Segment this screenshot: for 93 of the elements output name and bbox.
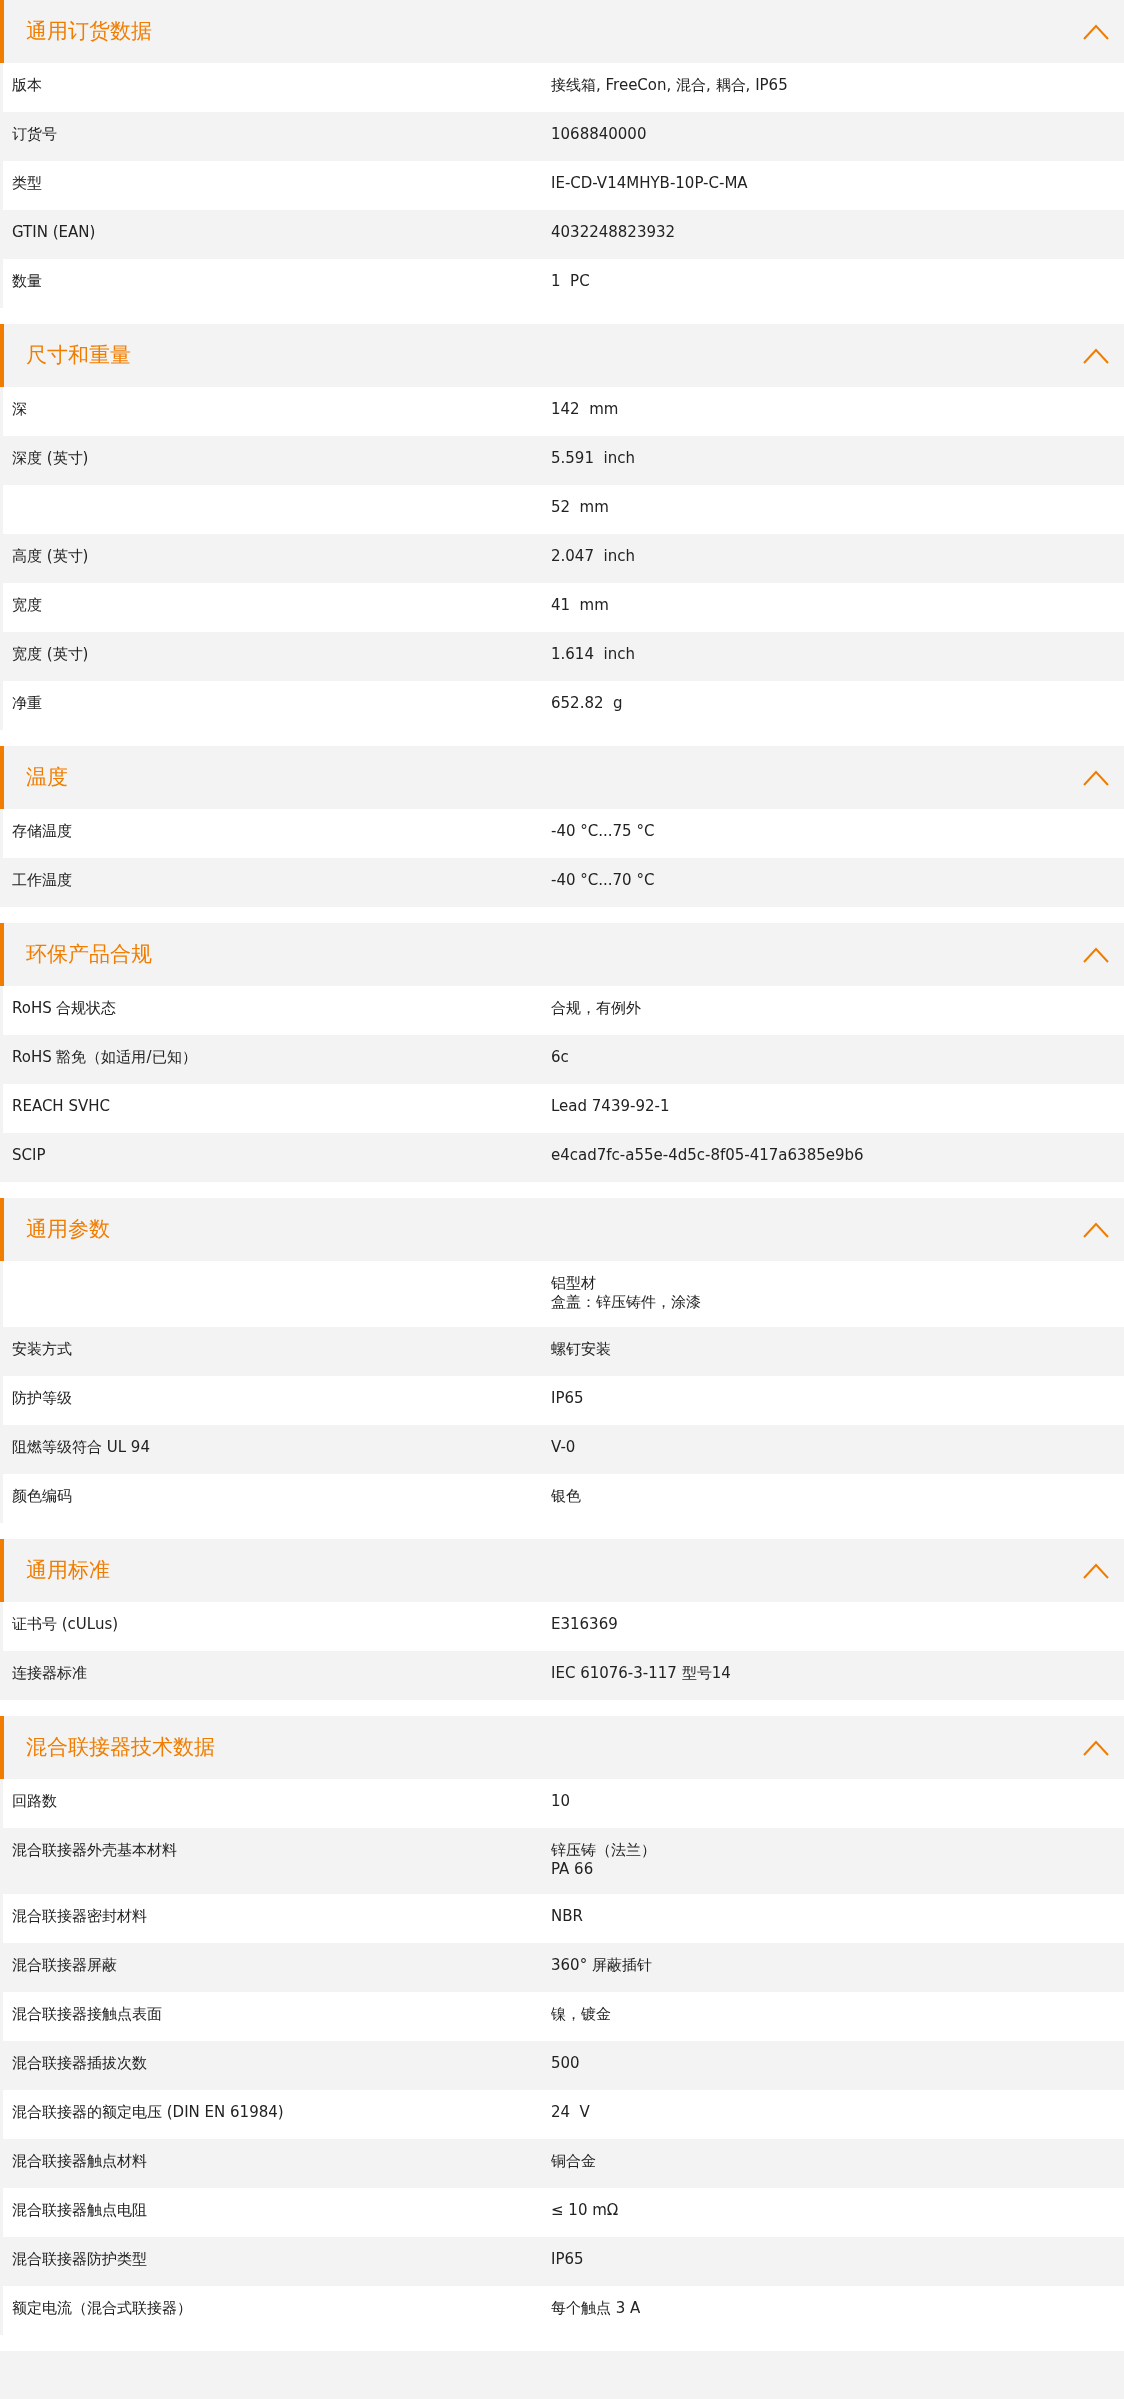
spec-value: 铜合金 <box>551 2152 596 2171</box>
spec-label: REACH SVHC <box>12 1097 110 1115</box>
section-header[interactable]: 环保产品合规 <box>0 923 1124 986</box>
section-title: 尺寸和重量 <box>26 341 131 369</box>
chevron-up-icon[interactable] <box>1082 945 1110 964</box>
spec-value: IP65 <box>551 2250 584 2269</box>
spec-label: 混合联接器防护类型 <box>12 2250 147 2268</box>
spec-label: 宽度 (英寸) <box>12 645 89 663</box>
spec-label: SCIP <box>12 1146 46 1164</box>
spec-label: 混合联接器屏蔽 <box>12 1956 117 1974</box>
spec-value: Lead 7439-92-1 <box>551 1097 670 1116</box>
spec-value: 142 mm <box>551 400 619 419</box>
spec-value: 1 PC <box>551 272 590 291</box>
spec-label: 宽度 <box>12 596 42 614</box>
spec-value: 银色 <box>551 1487 581 1506</box>
spec-label: 存储温度 <box>12 822 72 840</box>
section-header[interactable]: 混合联接器技术数据 <box>0 1716 1124 1779</box>
spec-value: 1068840000 <box>551 125 647 144</box>
spec-value: -40 °C...70 °C <box>551 871 655 890</box>
section-header[interactable]: 通用标准 <box>0 1539 1124 1602</box>
spec-value: V-0 <box>551 1438 576 1457</box>
spec-value: 螺钉安装 <box>551 1340 611 1359</box>
spec-label: 回路数 <box>12 1792 57 1810</box>
spec-value: 652.82 g <box>551 694 623 713</box>
spec-label: 额定电流（混合式联接器） <box>12 2299 192 2317</box>
spec-label: 混合联接器触点电阻 <box>12 2201 147 2219</box>
spec-label: 混合联接器的额定电压 (DIN EN 61984) <box>12 2103 284 2121</box>
spec-value: -40 °C...75 °C <box>551 822 655 841</box>
chevron-up-icon[interactable] <box>1082 1738 1110 1757</box>
spec-label: 混合联接器密封材料 <box>12 1907 147 1925</box>
spec-value: 铝型材 <box>551 1274 596 1293</box>
spec-value: E316369 <box>551 1615 618 1634</box>
spec-label: 阻燃等级符合 UL 94 <box>12 1438 150 1456</box>
spec-label: 连接器标准 <box>12 1664 87 1682</box>
spec-value: 2.047 inch <box>551 547 635 566</box>
chevron-up-icon[interactable] <box>1082 1220 1110 1239</box>
spec-label: 净重 <box>12 694 42 712</box>
spec-value: 360° 屏蔽插针 <box>551 1956 652 1975</box>
section-title: 通用订货数据 <box>26 17 152 45</box>
spec-value: 镍，镀金 <box>551 2005 611 2024</box>
spec-value: ≤ 10 mΩ <box>551 2201 619 2220</box>
section-title: 环保产品合规 <box>26 940 152 968</box>
chevron-up-icon[interactable] <box>1082 1561 1110 1580</box>
section-title: 温度 <box>26 763 68 791</box>
spec-label: 高度 (英寸) <box>12 547 89 565</box>
spec-label: 安装方式 <box>12 1340 72 1358</box>
spec-value: 6c <box>551 1048 569 1067</box>
spec-value: 每个触点 3 A <box>551 2299 641 2318</box>
spec-value: 52 mm <box>551 498 609 517</box>
spec-label: 防护等级 <box>12 1389 72 1407</box>
spec-value: 盒盖：锌压铸件，涂漆 <box>551 1292 701 1312</box>
spec-value: NBR <box>551 1907 583 1926</box>
spec-value: 锌压铸（法兰） <box>551 1841 656 1860</box>
spec-value: 接线箱, FreeCon, 混合, 耦合, IP65 <box>551 76 788 95</box>
spec-label: 混合联接器外壳基本材料 <box>12 1841 177 1859</box>
section-header[interactable]: 温度 <box>0 746 1124 809</box>
spec-label: 颜色编码 <box>12 1487 72 1505</box>
spec-label: 订货号 <box>12 125 57 143</box>
section-header[interactable]: 尺寸和重量 <box>0 324 1124 387</box>
spec-value: 4032248823932 <box>551 223 676 242</box>
spec-value: 24 V <box>551 2103 590 2122</box>
spec-value: IP65 <box>551 1389 584 1408</box>
spec-value: 500 <box>551 2054 580 2073</box>
spec-value: e4cad7fc-a55e-4d5c-8f05-417a6385e9b6 <box>551 1146 864 1165</box>
spec-label: 证书号 (cULus) <box>12 1615 119 1633</box>
spec-label: GTIN (EAN) <box>12 223 96 241</box>
spec-label: 深 <box>12 400 27 418</box>
spec-value: 41 mm <box>551 596 609 615</box>
spec-value: 10 <box>551 1792 571 1811</box>
spec-value: IEC 61076-3-117 型号14 <box>551 1664 731 1683</box>
spec-label: 混合联接器接触点表面 <box>12 2005 162 2023</box>
spec-label: 版本 <box>12 76 42 94</box>
spec-value: 合规，有例外 <box>551 999 641 1018</box>
section-title: 通用标准 <box>26 1556 110 1584</box>
spec-value: IE-CD-V14MHYB-10P-C-MA <box>551 174 748 193</box>
spec-label: 数量 <box>12 272 42 290</box>
section-header[interactable]: 通用订货数据 <box>0 0 1124 63</box>
spec-value: 5.591 inch <box>551 449 635 468</box>
spec-label: 混合联接器触点材料 <box>12 2152 147 2170</box>
chevron-up-icon[interactable] <box>1082 768 1110 787</box>
spec-label: 深度 (英寸) <box>12 449 89 467</box>
section-header[interactable]: 通用参数 <box>0 1198 1124 1261</box>
spec-label: 类型 <box>12 174 42 192</box>
spec-label: RoHS 合规状态 <box>12 999 117 1017</box>
spec-label: 混合联接器插拔次数 <box>12 2054 147 2072</box>
chevron-up-icon[interactable] <box>1082 22 1110 41</box>
spec-label: RoHS 豁免（如适用/已知） <box>12 1048 197 1066</box>
section-title: 混合联接器技术数据 <box>26 1733 215 1761</box>
spec-value: PA 66 <box>551 1859 594 1879</box>
spec-value: 1.614 inch <box>551 645 635 664</box>
spec-label: 工作温度 <box>12 871 72 889</box>
chevron-up-icon[interactable] <box>1082 346 1110 365</box>
section-title: 通用参数 <box>26 1215 110 1243</box>
